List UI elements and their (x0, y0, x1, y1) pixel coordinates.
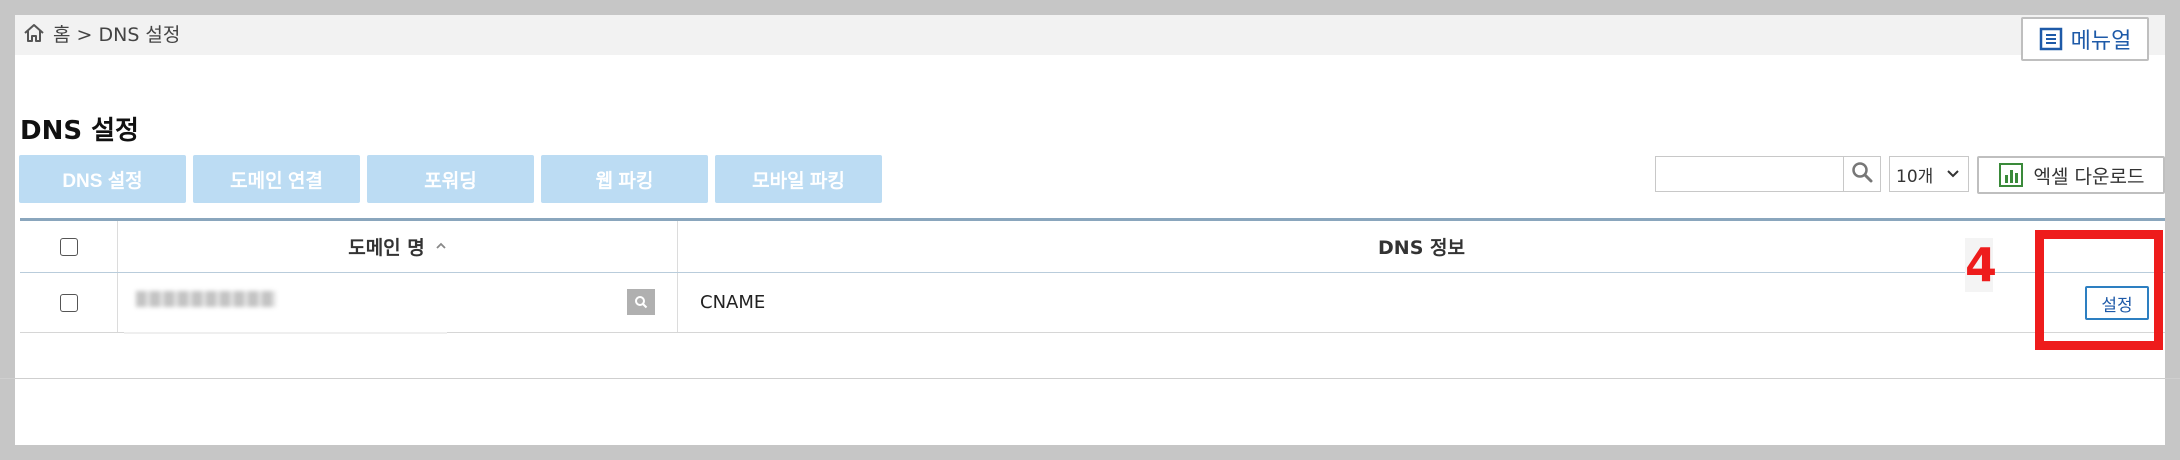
home-icon[interactable] (23, 22, 45, 44)
row-check-cell (20, 273, 118, 332)
header-check-cell (20, 221, 118, 272)
tab-domain-connect[interactable]: 도메인 연결 (193, 155, 360, 203)
tab-web-parking[interactable]: 웹 파킹 (541, 155, 708, 203)
bottom-divider (0, 378, 2180, 379)
search-button[interactable] (1843, 156, 1881, 192)
row-dns-type: CNAME (700, 292, 766, 313)
dns-table: 도메인 명 DNS 정보 CNAME 설정 (20, 218, 2165, 334)
top-bar: 홈 > DNS 설정 (15, 15, 2165, 55)
table-row: CNAME 설정 (20, 273, 2165, 334)
app-frame: 홈 > DNS 설정 메뉴얼 DNS 설정 DNS 설정 도메인 연결 포워딩 … (15, 15, 2165, 445)
header-dns: DNS 정보 (678, 221, 2165, 272)
domain-underline (124, 332, 447, 334)
annotation-step-number: 4 (1965, 238, 1998, 292)
search-icon (1851, 161, 1873, 187)
search-group (1655, 156, 1881, 192)
header-domain-label: 도메인 명 (348, 237, 425, 259)
domain-lookup-button[interactable] (627, 289, 655, 315)
table-header: 도메인 명 DNS 정보 (20, 221, 2165, 273)
manual-button-label: 메뉴얼 (2070, 29, 2132, 54)
breadcrumb: 홈 > DNS 설정 (23, 15, 180, 51)
excel-chart-icon (1998, 162, 2024, 188)
tab-bar: DNS 설정 도메인 연결 포워딩 웹 파킹 모바일 파킹 (19, 155, 882, 203)
blurred-domain-name (136, 291, 276, 307)
page-size-select[interactable]: 10개 (1889, 156, 1969, 192)
excel-download-label: 엑셀 다운로드 (2033, 165, 2145, 188)
header-dns-label: DNS 정보 (1378, 237, 1465, 259)
breadcrumb-text: 홈 > DNS 설정 (53, 23, 181, 46)
select-all-checkbox[interactable] (59, 237, 78, 256)
tab-dns-settings[interactable]: DNS 설정 (19, 155, 186, 203)
search-input[interactable] (1655, 156, 1843, 192)
chevron-down-icon (1946, 164, 1960, 184)
row-domain-cell (118, 273, 678, 334)
tab-forwarding[interactable]: 포워딩 (367, 155, 534, 203)
manual-button[interactable]: 메뉴얼 (2021, 17, 2149, 61)
page-title: DNS 설정 (20, 116, 139, 146)
header-domain[interactable]: 도메인 명 (118, 221, 678, 272)
row-dns-cell: CNAME 설정 (678, 273, 2165, 332)
excel-download-button[interactable]: 엑셀 다운로드 (1977, 156, 2165, 194)
tab-mobile-parking[interactable]: 모바일 파킹 (715, 155, 882, 203)
page-size-value: 10개 (1896, 166, 1934, 187)
sort-asc-icon[interactable] (435, 239, 447, 254)
document-list-icon (2039, 27, 2063, 51)
row-checkbox[interactable] (59, 293, 78, 312)
annotation-highlight-box (2035, 230, 2163, 350)
